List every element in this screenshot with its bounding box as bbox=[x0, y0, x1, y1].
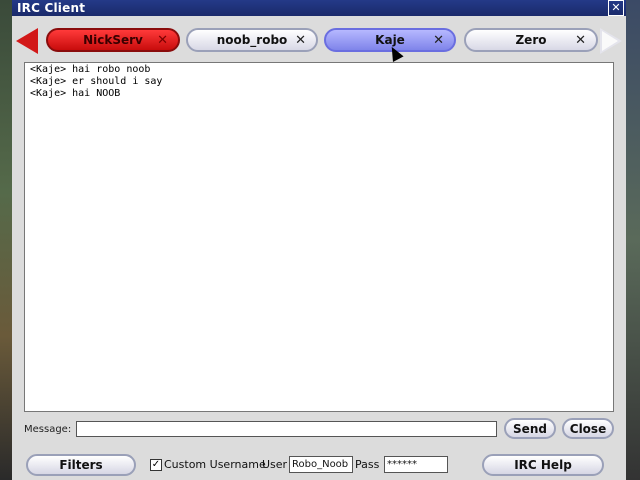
tab-scroll-left-icon[interactable] bbox=[16, 28, 38, 54]
tab-bar: NickServ ✕ noob_robo ✕ Kaje ✕ Zero ✕ bbox=[12, 20, 626, 56]
tab-label: noob_robo bbox=[216, 33, 288, 47]
tab-noob-robo[interactable]: noob_robo ✕ bbox=[186, 28, 318, 52]
pass-label: Pass bbox=[355, 458, 380, 471]
tab-scroll-right-inner bbox=[602, 31, 618, 51]
tab-label: Kaje bbox=[375, 33, 405, 47]
tab-close-icon[interactable]: ✕ bbox=[433, 33, 444, 48]
tab-close-icon[interactable]: ✕ bbox=[295, 33, 306, 48]
user-field[interactable]: Robo_Noob bbox=[289, 456, 353, 473]
chat-line: <Kaje> er should i say bbox=[30, 76, 163, 87]
window-close-icon[interactable]: ✕ bbox=[608, 0, 624, 16]
background-game-right bbox=[626, 0, 640, 480]
send-button[interactable]: Send bbox=[504, 418, 556, 439]
tab-zero[interactable]: Zero ✕ bbox=[464, 28, 598, 52]
chat-line: <Kaje> hai robo noob bbox=[30, 64, 151, 75]
message-input[interactable] bbox=[76, 421, 497, 437]
user-label: User bbox=[262, 458, 288, 471]
irc-help-button[interactable]: IRC Help bbox=[482, 454, 604, 476]
tab-close-icon[interactable]: ✕ bbox=[575, 33, 586, 48]
chat-log[interactable]: <Kaje> hai robo noob <Kaje> er should i … bbox=[24, 62, 614, 412]
message-label: Message: bbox=[24, 424, 72, 435]
close-button[interactable]: Close bbox=[562, 418, 614, 439]
tab-label: Zero bbox=[515, 33, 547, 47]
custom-username-checkbox[interactable]: ✓ bbox=[150, 459, 162, 471]
pass-field[interactable]: ****** bbox=[384, 456, 448, 473]
tab-nickserv[interactable]: NickServ ✕ bbox=[46, 28, 180, 52]
tab-label: NickServ bbox=[83, 33, 143, 47]
filters-button[interactable]: Filters bbox=[26, 454, 136, 476]
custom-username-label: Custom Username bbox=[164, 458, 266, 471]
title-bar: IRC Client ✕ bbox=[12, 0, 626, 16]
chat-line: <Kaje> hai NOOB bbox=[30, 88, 121, 99]
window-title: IRC Client bbox=[17, 1, 86, 15]
tab-close-icon[interactable]: ✕ bbox=[157, 33, 168, 48]
